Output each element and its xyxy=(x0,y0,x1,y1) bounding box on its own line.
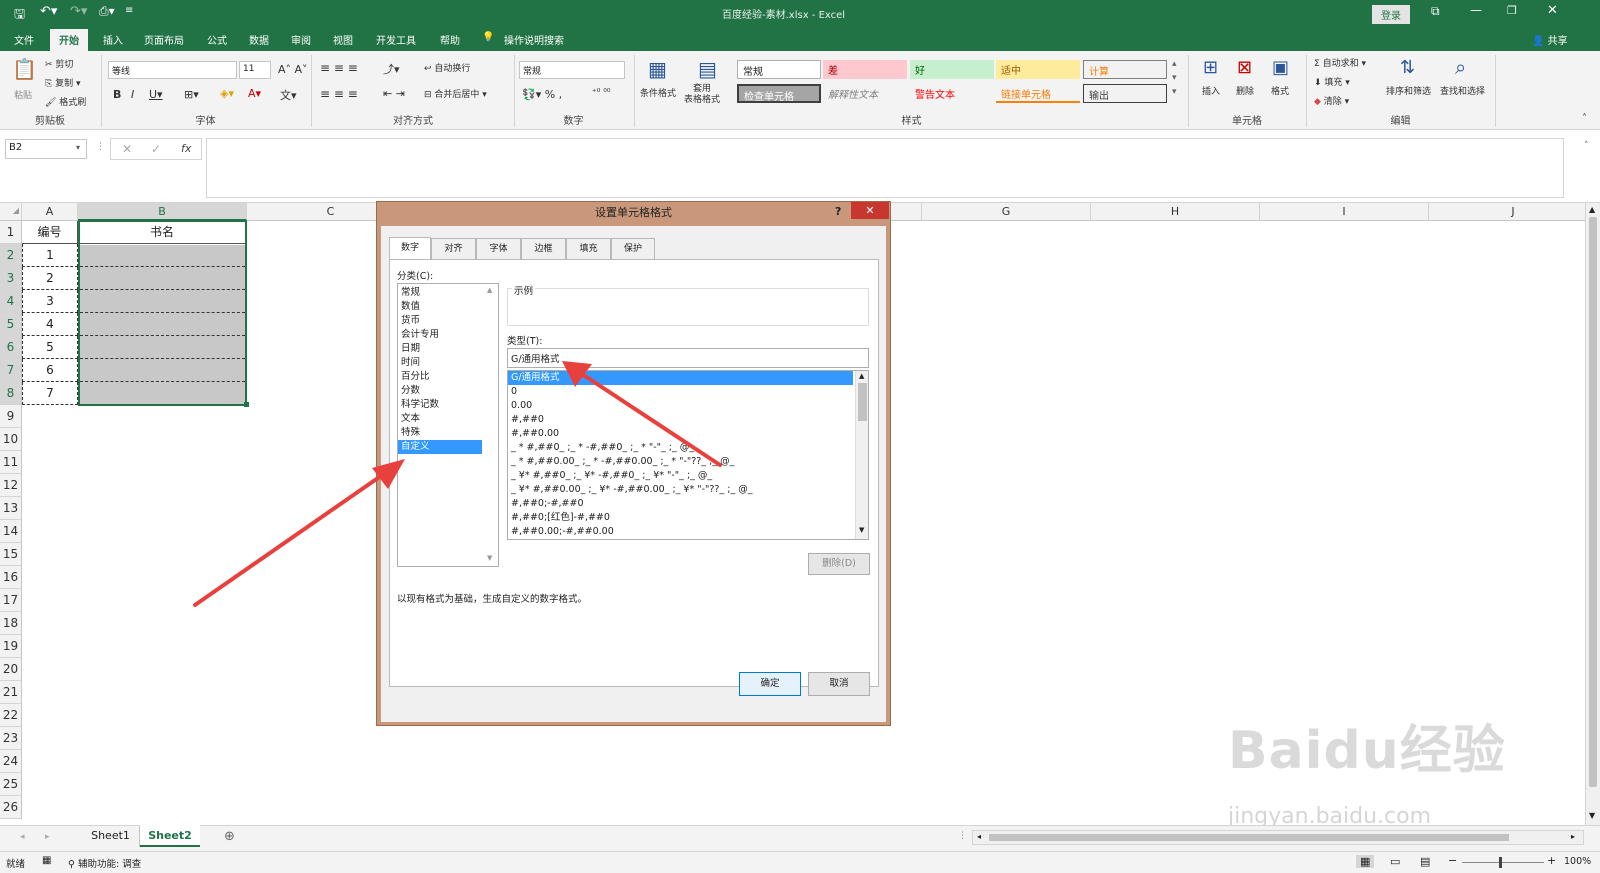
arrow-to-custom xyxy=(193,459,405,607)
scroll-left-icon[interactable]: ◂ xyxy=(977,832,981,841)
status-bar: 就绪 ▦ ⚲ 辅助功能: 调查 ▦ ▭ ▤ − + 100% xyxy=(0,851,1600,873)
split-handle-icon[interactable]: ⋮ xyxy=(958,831,967,841)
page-layout-view-icon[interactable]: ▭ xyxy=(1390,855,1400,868)
scroll-right-icon[interactable]: ▸ xyxy=(1571,832,1575,841)
next-sheet-icon[interactable]: ▸ xyxy=(45,832,50,842)
sheet-tab[interactable]: Sheet1 xyxy=(82,826,140,847)
add-sheet-icon[interactable]: ⊕ xyxy=(224,829,235,844)
status-ready: 就绪 xyxy=(6,859,26,870)
sheet-tab-active[interactable]: Sheet2 xyxy=(140,825,200,847)
annotation-arrows xyxy=(193,361,722,607)
page-break-view-icon[interactable]: ▤ xyxy=(1420,855,1430,868)
zoom-slider-handle[interactable] xyxy=(1499,857,1502,868)
accessibility-status[interactable]: ⚲ 辅助功能: 调查 xyxy=(68,856,141,870)
macro-record-icon[interactable]: ▦ xyxy=(42,855,51,866)
horizontal-scrollbar[interactable]: ◂ ▸ xyxy=(972,830,1584,845)
zoom-out-icon[interactable]: − xyxy=(1448,854,1457,867)
scrollbar-thumb[interactable] xyxy=(989,834,1509,841)
sheet-tab-bar: ◂ ▸ Sheet1 Sheet2 ⊕ ⋮ ◂ ▸ xyxy=(0,825,1600,851)
arrow-to-type xyxy=(562,361,722,467)
zoom-in-icon[interactable]: + xyxy=(1547,854,1556,867)
zoom-level[interactable]: 100% xyxy=(1564,856,1591,867)
prev-sheet-icon[interactable]: ◂ xyxy=(20,832,25,842)
zoom-slider[interactable] xyxy=(1462,862,1544,863)
normal-view-icon[interactable]: ▦ xyxy=(1356,855,1375,868)
